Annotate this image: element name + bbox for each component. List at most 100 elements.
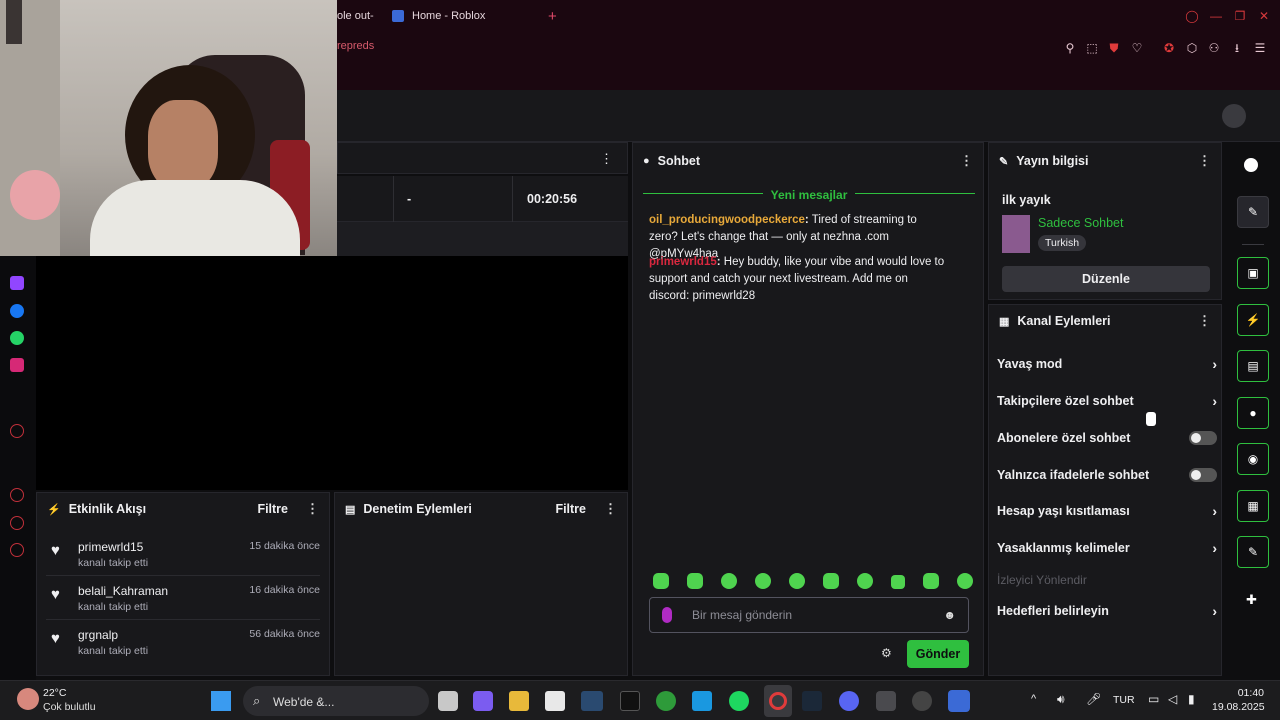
whatsapp-icon[interactable] bbox=[10, 331, 24, 345]
spotify-icon[interactable] bbox=[729, 691, 749, 711]
chevron-up-icon[interactable]: ^ bbox=[1031, 693, 1036, 705]
rail-chat-button[interactable]: ● bbox=[1237, 397, 1269, 429]
goals-row[interactable]: Hedefleri belirleyin › bbox=[997, 601, 1217, 621]
discord-icon[interactable] bbox=[839, 691, 859, 711]
screenshot-icon[interactable]: ⬚ bbox=[1084, 40, 1100, 56]
clock-date[interactable]: 19.08.2025 bbox=[1212, 701, 1265, 713]
rail-broadcast-button[interactable]: ◉ bbox=[1237, 443, 1269, 475]
shield-icon[interactable]: ⛊ bbox=[1106, 40, 1122, 56]
emoji-icon[interactable]: ☻ bbox=[943, 608, 956, 622]
mod-kebab-icon[interactable]: ⋮ bbox=[604, 501, 617, 517]
volume-icon[interactable]: 🔊︎ bbox=[1057, 692, 1065, 707]
extension-badge-icon[interactable]: ✪ bbox=[1161, 40, 1177, 56]
add-widget-icon[interactable]: ✚ bbox=[1246, 592, 1257, 608]
channel-actions-kebab-icon[interactable]: ⋮ bbox=[1198, 313, 1211, 329]
avatar[interactable] bbox=[1222, 104, 1246, 128]
rail-notes-button[interactable]: ▤ bbox=[1237, 350, 1269, 382]
panel-kebab-icon[interactable]: ⋮ bbox=[600, 151, 613, 167]
twitch-icon[interactable] bbox=[10, 276, 24, 290]
list-item[interactable]: ♥ belali_Kahraman kanalı takip etti 16 d… bbox=[38, 580, 328, 624]
disney-icon[interactable] bbox=[581, 691, 603, 711]
minimize-icon[interactable]: — bbox=[1208, 8, 1224, 24]
emote-icon[interactable] bbox=[789, 573, 805, 589]
rail-channel-button[interactable]: ▦ bbox=[1237, 490, 1269, 522]
windows-start-icon[interactable] bbox=[211, 691, 231, 711]
chat-input[interactable]: Bir mesaj gönderin ☻ bbox=[649, 597, 969, 633]
emote-icon[interactable] bbox=[721, 573, 737, 589]
battery-icon[interactable]: ▮ bbox=[1188, 692, 1195, 706]
heart-icon[interactable]: ♡ bbox=[1129, 40, 1145, 56]
send-button[interactable]: Gönder bbox=[907, 640, 969, 668]
settings-icon[interactable] bbox=[10, 543, 24, 557]
download-icon[interactable]: ⭳ bbox=[1229, 40, 1245, 56]
instagram-icon[interactable] bbox=[10, 358, 24, 372]
restore-icon[interactable]: ❐ bbox=[1232, 8, 1248, 24]
prime-video-icon[interactable] bbox=[692, 691, 712, 711]
banned-words-row[interactable]: Yasaklanmış kelimeler › bbox=[997, 538, 1217, 558]
slow-mode-row[interactable]: Yavaş mod › bbox=[997, 354, 1217, 374]
mod-filter-button[interactable]: Filtre bbox=[555, 502, 586, 516]
cube-icon[interactable] bbox=[10, 516, 24, 530]
microphone-icon[interactable] bbox=[662, 607, 672, 623]
info-icon[interactable] bbox=[1244, 158, 1258, 172]
taskbar-search[interactable]: ⌕ Web'de &... bbox=[243, 686, 429, 716]
xbox-icon[interactable] bbox=[656, 691, 676, 711]
pin-icon[interactable]: ⚲ bbox=[1062, 40, 1078, 56]
rail-clip-button[interactable]: ▣ bbox=[1237, 257, 1269, 289]
app-icon[interactable] bbox=[876, 691, 896, 711]
emote-icon[interactable] bbox=[653, 573, 669, 589]
list-item[interactable]: ♥ primewrld15 kanalı takip etti 15 dakik… bbox=[38, 536, 328, 580]
new-tab-button[interactable]: + bbox=[548, 6, 557, 26]
opera-app-active[interactable] bbox=[764, 685, 792, 717]
stream-info-kebab-icon[interactable]: ⋮ bbox=[1198, 153, 1211, 169]
chat-username[interactable]: oil_producingwoodpeckerce bbox=[649, 214, 805, 226]
address-bar-text[interactable]: repreds bbox=[337, 40, 374, 52]
clock-time[interactable]: 01:40 bbox=[1212, 687, 1264, 699]
list-item[interactable]: ♥ grgnalp kanalı takip etti 56 dakika ön… bbox=[38, 624, 328, 668]
language-indicator[interactable]: TUR bbox=[1113, 694, 1135, 706]
steam-icon[interactable] bbox=[802, 691, 822, 711]
rail-edit-button[interactable]: ✎ bbox=[1237, 196, 1269, 228]
speaker-icon[interactable]: ◁ bbox=[1168, 692, 1177, 706]
emote-icon[interactable] bbox=[957, 573, 973, 589]
account-age-row[interactable]: Hesap yaşı kısıtlaması › bbox=[997, 501, 1217, 521]
menu-icon[interactable]: ☰ bbox=[1252, 40, 1268, 56]
activity-kebab-icon[interactable]: ⋮ bbox=[306, 501, 319, 517]
chat-username[interactable]: primewrld15 bbox=[649, 256, 717, 268]
emote-only-toggle[interactable] bbox=[1189, 468, 1217, 482]
search-icon[interactable]: ◯ bbox=[1184, 8, 1200, 24]
play-icon[interactable] bbox=[10, 424, 24, 438]
subscribers-only-toggle[interactable] bbox=[1189, 431, 1217, 445]
activity-filter-button[interactable]: Filtre bbox=[257, 502, 288, 516]
chat-settings-icon[interactable]: ⚙ bbox=[881, 646, 892, 660]
obs-icon[interactable] bbox=[912, 691, 932, 711]
edit-button[interactable]: Düzenle bbox=[1002, 266, 1210, 292]
copilot-icon[interactable] bbox=[473, 691, 493, 711]
epic-games-icon[interactable] bbox=[620, 691, 640, 711]
rail-tools-button[interactable]: ✎ bbox=[1237, 536, 1269, 568]
followers-only-row[interactable]: Takipçilere özel sohbet › bbox=[997, 391, 1217, 411]
messenger-icon[interactable] bbox=[10, 304, 24, 318]
store-icon[interactable] bbox=[545, 691, 565, 711]
browser-tab-roblox[interactable]: Home - Roblox bbox=[392, 6, 485, 26]
browser-tab[interactable]: ole out- bbox=[337, 6, 374, 26]
clock-icon[interactable] bbox=[10, 488, 24, 502]
extensions-icon[interactable]: ⬡ bbox=[1184, 40, 1200, 56]
close-icon[interactable]: ✕ bbox=[1256, 8, 1272, 24]
emote-icon[interactable] bbox=[891, 575, 905, 589]
category-link[interactable]: Sadece Sohbet bbox=[1038, 216, 1124, 230]
rail-quick-actions-button[interactable]: ⚡ bbox=[1237, 304, 1269, 336]
emote-icon[interactable] bbox=[687, 573, 703, 589]
task-view-icon[interactable] bbox=[438, 691, 458, 711]
profile-icon[interactable]: ⚇ bbox=[1206, 40, 1222, 56]
tag-badge[interactable]: Turkish bbox=[1038, 235, 1087, 251]
emote-icon[interactable] bbox=[923, 573, 939, 589]
emote-icon[interactable] bbox=[823, 573, 839, 589]
chat-kebab-icon[interactable]: ⋮ bbox=[960, 153, 973, 169]
microphone-icon[interactable]: 🎤︎ bbox=[1086, 692, 1101, 706]
file-explorer-icon[interactable] bbox=[509, 691, 529, 711]
roblox-icon[interactable] bbox=[948, 690, 970, 712]
network-icon[interactable]: ▭ bbox=[1148, 692, 1159, 706]
emote-icon[interactable] bbox=[755, 573, 771, 589]
emote-icon[interactable] bbox=[857, 573, 873, 589]
